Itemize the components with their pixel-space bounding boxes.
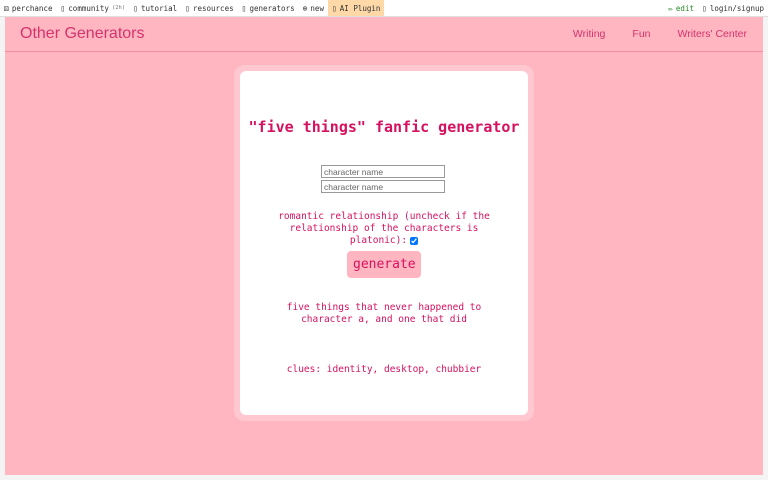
nav-link-writers-center[interactable]: Writers' Center (678, 28, 748, 40)
perchance-label: perchance (11, 3, 53, 13)
resources-link[interactable]: ▯ resources (181, 0, 237, 16)
community-icon: ▯ (60, 3, 66, 13)
community-time-badge: (2h) (111, 5, 126, 11)
nav-link-writing[interactable]: Writing (573, 28, 605, 40)
edit-label: edit (675, 3, 694, 13)
tutorial-link[interactable]: ▯ tutorial (129, 0, 181, 16)
pencil-icon: ✏ (668, 3, 673, 13)
clues-text: clues: identity, desktop, chubbier (286, 364, 482, 375)
generated-result: five things that never happened to chara… (286, 302, 482, 325)
generators-label: generators (249, 3, 295, 13)
edit-link[interactable]: ✏ edit (664, 0, 698, 16)
community-link[interactable]: ▯ community (2h) (56, 0, 129, 16)
romantic-checkbox[interactable] (410, 236, 419, 245)
user-icon: ▯ (701, 3, 707, 13)
community-label: community (68, 3, 109, 13)
login-link[interactable]: ▯ login/signup (698, 0, 768, 16)
nav-link-fun[interactable]: Fun (632, 28, 650, 40)
resources-icon: ▯ (185, 3, 190, 13)
dice-icon: ⚄ (4, 3, 9, 13)
new-link[interactable]: ⊕ new (299, 0, 328, 16)
perchance-top-bar: ⚄ perchance ▯ community (2h) ▯ tutorial … (0, 0, 768, 17)
nav-links: Writing Fun Writers' Center (546, 28, 747, 40)
tutorial-label: tutorial (141, 3, 178, 13)
generators-link[interactable]: ▯ generators (238, 0, 299, 16)
login-label: login/signup (709, 3, 764, 13)
new-label: new (310, 3, 324, 13)
generator-card: "five things" fanfic generator romantic … (240, 71, 528, 415)
ai-plugin-icon: ▯ (331, 3, 337, 13)
ai-plugin-link[interactable]: ▯ AI Plugin (327, 0, 385, 16)
card-border: "five things" fanfic generator romantic … (234, 65, 534, 421)
brand-link[interactable]: Other Generators (20, 25, 145, 43)
generator-frame: Other Generators Writing Fun Writers' Ce… (5, 17, 763, 475)
romantic-label: romantic relationship (uncheck if the re… (278, 211, 490, 246)
perchance-home-link[interactable]: ⚄ perchance (0, 0, 56, 16)
plus-circle-icon: ⊕ (302, 3, 308, 13)
resources-label: resources (192, 3, 234, 13)
tutorial-icon: ▯ (133, 3, 139, 13)
romantic-option: romantic relationship (uncheck if the re… (266, 211, 502, 247)
page-title: "five things" fanfic generator (248, 118, 520, 136)
generators-icon: ▯ (241, 3, 247, 13)
ai-plugin-label: AI Plugin (339, 3, 381, 13)
character-name-input-2[interactable] (321, 180, 445, 193)
generate-button[interactable]: generate (347, 251, 421, 278)
site-navbar: Other Generators Writing Fun Writers' Ce… (5, 17, 763, 52)
character-name-input-1[interactable] (321, 165, 445, 178)
